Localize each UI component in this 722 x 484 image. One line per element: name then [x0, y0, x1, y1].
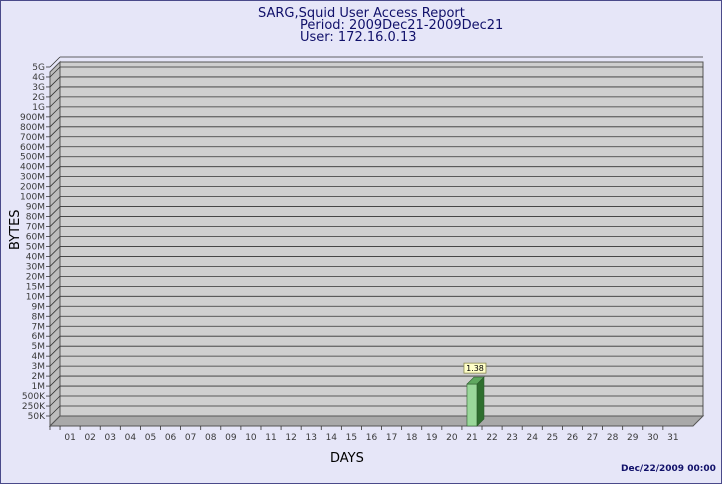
x-tick-label: 18: [406, 433, 418, 443]
y-tick-label: 80M: [26, 213, 45, 223]
x-tick-label: 09: [225, 433, 237, 443]
y-tick-label: 40M: [26, 252, 45, 262]
y-tick-label: 3G: [32, 83, 45, 93]
y-tick-label: 90M: [26, 203, 45, 213]
y-tick-label: 7M: [32, 322, 46, 332]
x-tick-label: 07: [185, 433, 196, 443]
x-tick-label: 19: [426, 433, 438, 443]
y-tick-label: 60M: [26, 233, 45, 243]
y-tick-label: 70M: [26, 223, 45, 233]
y-tick-label: 4M: [32, 352, 46, 362]
y-tick-label: 500K: [22, 392, 46, 402]
x-tick-label: 29: [627, 433, 639, 443]
y-tick-label: 15M: [26, 282, 45, 292]
y-tick-label: 4G: [32, 73, 45, 83]
y-tick-label: 20M: [26, 272, 45, 282]
x-tick-label: 26: [567, 433, 579, 443]
y-tick-label: 50K: [28, 412, 46, 422]
x-tick-label: 15: [346, 433, 357, 443]
x-tick-label: 01: [64, 433, 75, 443]
plot-back-wall: [59, 61, 704, 417]
x-tick-label: 28: [607, 433, 619, 443]
bar-front: [466, 383, 478, 427]
x-tick-label: 04: [125, 433, 137, 443]
y-tick-label: 200M: [20, 183, 45, 193]
chart-title: SARG,Squid User Access Report Period: 20…: [258, 6, 503, 45]
y-tick-label: 5M: [32, 342, 46, 352]
y-tick-label: 600M: [20, 143, 45, 153]
x-tick-label: 14: [326, 433, 338, 443]
x-axis-label: DAYS: [330, 451, 364, 466]
x-tick-label: 30: [647, 433, 659, 443]
title-line-3: User: 172.16.0.13: [300, 30, 416, 45]
y-tick-label: 10M: [26, 292, 45, 302]
x-tick-label: 31: [667, 433, 678, 443]
report-timestamp: Dec/22/2009 00:00: [621, 464, 716, 474]
x-tick-label: 27: [587, 433, 598, 443]
bar: 1.38: [463, 362, 487, 427]
y-tick-label: 300M: [20, 173, 45, 183]
y-tick-label: 250K: [22, 402, 46, 412]
x-tick-label: 20: [446, 433, 458, 443]
x-tick-label: 11: [265, 433, 276, 443]
x-tick-label: 23: [506, 433, 517, 443]
y-tick-label: 400M: [20, 163, 45, 173]
y-tick-label: 1G: [32, 103, 45, 113]
y-tick-label: 3M: [32, 362, 46, 372]
x-tick-label: 10: [245, 433, 257, 443]
y-tick-label: 6M: [32, 332, 46, 342]
plot-floor: [48, 415, 705, 427]
y-tick-label: 8M: [32, 312, 46, 322]
y-tick-label: 900M: [20, 113, 45, 123]
y-axis-label: BYTES: [8, 209, 23, 250]
y-axis-ticks: 50K250K500K1M2M3M4M5M6M7M8M9M10M15M20M30…: [20, 63, 50, 422]
x-tick-label: 12: [285, 433, 296, 443]
x-tick-label: 03: [105, 433, 116, 443]
data-label: 1.38: [466, 364, 484, 373]
y-tick-label: 2G: [32, 93, 45, 103]
x-axis-ticks: 01 02 03 04 05 06 07 08 09 10 11 12 13 14 15 16 17 18 19 20…: [49, 426, 679, 443]
y-tick-label: 30M: [26, 262, 45, 272]
y-tick-label: 1M: [32, 382, 46, 392]
x-tick-label: 25: [547, 433, 558, 443]
y-tick-label: 500M: [20, 153, 45, 163]
x-tick-label: 22: [486, 433, 497, 443]
bars: 1.38: [463, 362, 487, 427]
x-tick-label: 02: [84, 433, 95, 443]
y-tick-label: 2M: [32, 372, 46, 382]
y-tick-label: 700M: [20, 133, 45, 143]
x-tick-label: 06: [165, 433, 177, 443]
y-tick-label: 800M: [20, 123, 45, 133]
x-tick-label: 24: [527, 433, 539, 443]
bar-side: [476, 376, 485, 427]
x-tick-label: 08: [205, 433, 217, 443]
y-tick-label: 9M: [32, 302, 46, 312]
x-tick-label: 05: [145, 433, 156, 443]
bar-chart: SARG,Squid User Access Report Period: 20…: [8, 6, 716, 474]
x-tick-label: 13: [305, 433, 316, 443]
y-tick-label: 5G: [32, 63, 45, 73]
y-tick-label: 50M: [26, 242, 45, 252]
y-tick-label: 100M: [20, 193, 45, 203]
x-tick-label: 17: [386, 433, 397, 443]
x-tick-label: 21: [466, 433, 477, 443]
x-tick-label: 16: [366, 433, 378, 443]
